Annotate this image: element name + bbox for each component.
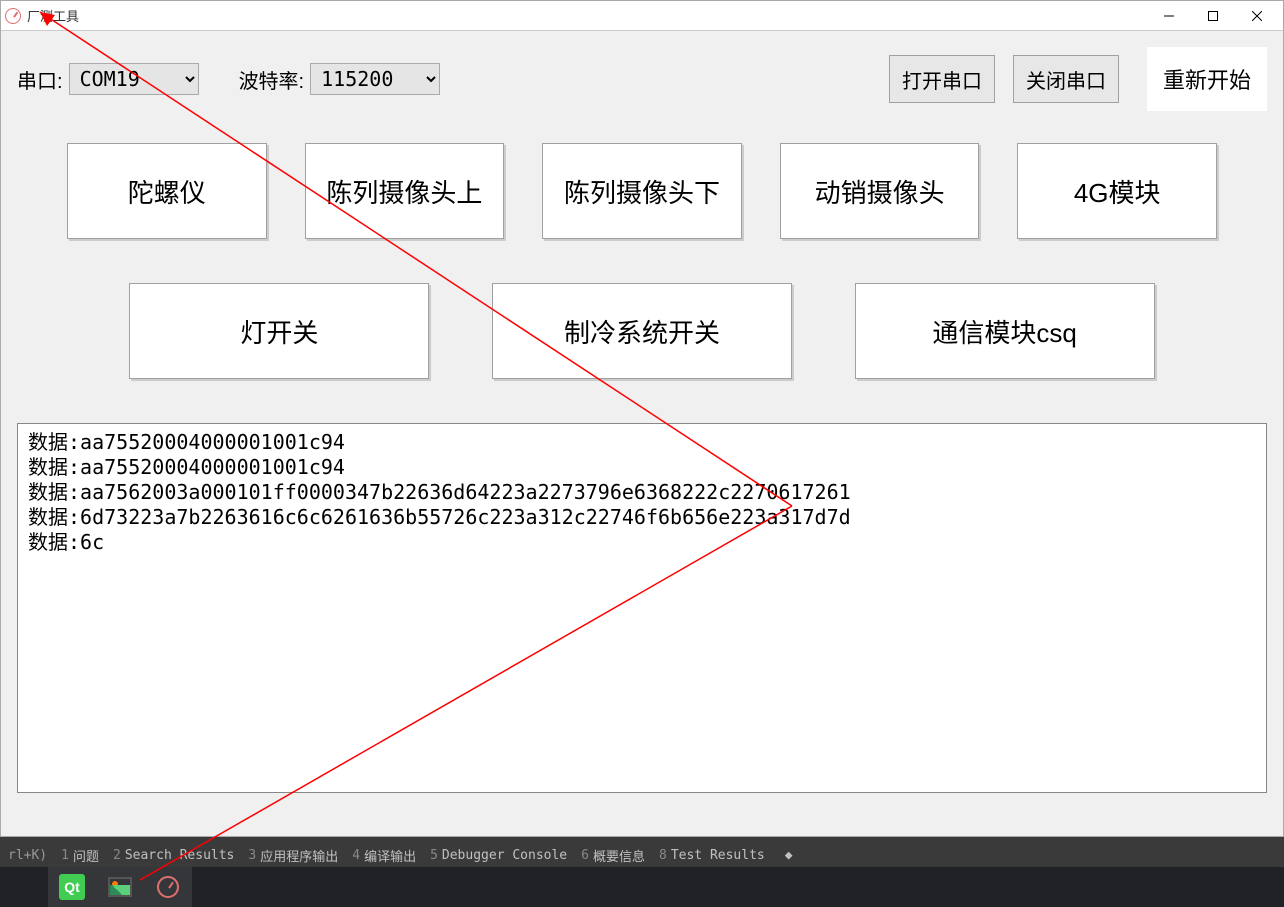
- close-button[interactable]: [1235, 1, 1279, 31]
- minimize-button[interactable]: [1147, 1, 1191, 31]
- ide-tab-search[interactable]: 2 Search Results: [113, 848, 234, 863]
- ide-tab-debugger[interactable]: 5 Debugger Console: [430, 848, 567, 863]
- ide-status-bar: rl+K) 1 问题 2 Search Results 3 应用程序输出 4 编…: [0, 843, 1284, 867]
- serial-port-label: 串口:: [17, 65, 63, 94]
- restart-button[interactable]: 重新开始: [1147, 47, 1267, 111]
- taskbar-start[interactable]: [0, 867, 48, 907]
- ide-tab-problems[interactable]: 1 问题: [61, 846, 99, 865]
- display-cam-down-button[interactable]: 陈列摄像头下: [542, 143, 742, 239]
- cooling-switch-button[interactable]: 制冷系统开关: [492, 283, 792, 379]
- app-icon: [5, 8, 21, 24]
- ide-tab-app-output[interactable]: 3 应用程序输出: [248, 846, 338, 865]
- open-port-button[interactable]: 打开串口: [889, 55, 995, 103]
- close-port-button[interactable]: 关闭串口: [1013, 55, 1119, 103]
- comm-csq-button[interactable]: 通信模块csq: [855, 283, 1155, 379]
- baud-rate-select[interactable]: 115200: [310, 63, 440, 95]
- lamp-switch-button[interactable]: 灯开关: [129, 283, 429, 379]
- maximize-button[interactable]: [1191, 1, 1235, 31]
- serial-port-select[interactable]: COM19: [69, 63, 199, 95]
- baud-rate-label: 波特率:: [239, 65, 305, 94]
- display-cam-up-button[interactable]: 陈列摄像头上: [305, 143, 505, 239]
- ide-tab-compile[interactable]: 4 编译输出: [352, 846, 416, 865]
- ide-tabs-more-icon[interactable]: ◆: [785, 848, 793, 863]
- window-title: 厂测工具: [27, 6, 79, 25]
- app-icon: [157, 876, 179, 898]
- titlebar[interactable]: 厂测工具: [1, 1, 1283, 31]
- taskbar-qt-icon[interactable]: Qt: [48, 867, 96, 907]
- shortcut-hint: rl+K): [8, 848, 47, 863]
- gyro-button[interactable]: 陀螺仪: [67, 143, 267, 239]
- motion-cam-button[interactable]: 动销摄像头: [780, 143, 980, 239]
- ide-tab-tests[interactable]: 8 Test Results: [659, 848, 765, 863]
- log-output[interactable]: [17, 423, 1267, 793]
- ide-tab-summary[interactable]: 6 概要信息: [581, 846, 645, 865]
- app-window: 厂测工具 串口: COM19 波特率:: [0, 0, 1284, 837]
- fourg-module-button[interactable]: 4G模块: [1017, 143, 1217, 239]
- taskbar: Qt: [0, 867, 1284, 907]
- taskbar-factory-tool-icon[interactable]: [144, 867, 192, 907]
- taskbar-image-viewer-icon[interactable]: [96, 867, 144, 907]
